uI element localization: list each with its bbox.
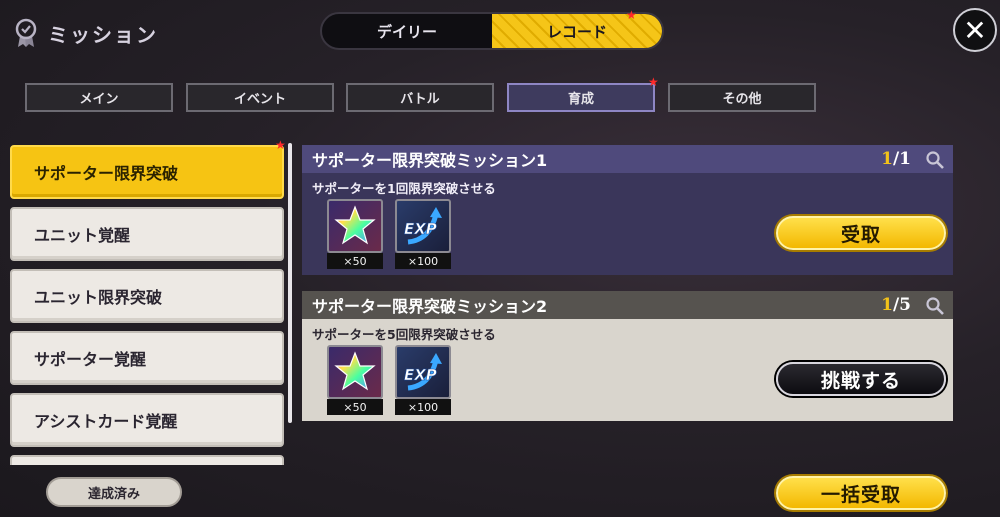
search-icon[interactable] bbox=[925, 150, 945, 170]
list-item-unit-limit-break[interactable]: ユニット限界突破 bbox=[10, 269, 284, 323]
medal-icon bbox=[14, 18, 38, 48]
exp-icon: EXP bbox=[395, 345, 451, 399]
mission-title: サポーター限界突破ミッション1 bbox=[312, 151, 548, 170]
list-item-supporter-limit-break[interactable]: サポーター限界突破 bbox=[10, 145, 284, 199]
list-item-supporter-awakening[interactable]: サポーター覚醒 bbox=[10, 331, 284, 385]
reward-count: ×100 bbox=[395, 253, 451, 269]
main-tab-bar: デイリー レコード bbox=[320, 12, 664, 50]
mission-progress: 1/1 bbox=[881, 149, 911, 169]
mission-title: サポーター限界突破ミッション2 bbox=[312, 297, 548, 316]
reward-count: ×50 bbox=[327, 399, 383, 415]
close-icon: ✕ bbox=[963, 13, 987, 47]
svg-text:EXP: EXP bbox=[404, 366, 437, 384]
svg-text:EXP: EXP bbox=[404, 220, 437, 238]
category-list: サポーター限界突破 ユニット覚醒 ユニット限界突破 サポーター覚醒 アシストカー… bbox=[10, 143, 286, 465]
mission-header: サポーター限界突破ミッション2 1/5 bbox=[302, 291, 953, 319]
search-icon[interactable] bbox=[925, 296, 945, 316]
reward-item[interactable]: EXP ×100 bbox=[395, 199, 451, 269]
exp-icon: EXP bbox=[395, 199, 451, 253]
reward-item[interactable]: EXP ×100 bbox=[395, 345, 451, 415]
header-title-area: ミッション bbox=[14, 14, 158, 52]
tab-battle[interactable]: バトル bbox=[346, 83, 494, 112]
list-item-assist-card-awakening[interactable]: アシストカード覚醒 bbox=[10, 393, 284, 447]
tab-record-label: レコード bbox=[546, 22, 607, 41]
notice-star-icon: ★ bbox=[648, 75, 659, 89]
notice-star-icon: ★ bbox=[275, 138, 286, 152]
mission-description: サポーターを5回限界突破させる bbox=[312, 327, 496, 342]
mission-body: サポーターを1回限界突破させる ×50 EXP ×100 受取 bbox=[302, 173, 953, 275]
mission-body: サポーターを5回限界突破させる ×50 EXP ×100 挑戦する bbox=[302, 319, 953, 421]
close-button[interactable]: ✕ bbox=[953, 8, 997, 52]
reward-count: ×50 bbox=[327, 253, 383, 269]
challenge-button[interactable]: 挑戦する bbox=[776, 362, 946, 396]
tab-daily[interactable]: デイリー bbox=[322, 14, 492, 48]
notice-star-icon: ★ bbox=[626, 8, 637, 22]
reward-item[interactable]: ×50 bbox=[327, 345, 383, 415]
list-item-partial[interactable] bbox=[10, 455, 284, 465]
tab-main[interactable]: メイン bbox=[25, 83, 173, 112]
rainbow-star-icon bbox=[327, 199, 383, 253]
reward-item[interactable]: ×50 bbox=[327, 199, 383, 269]
reward-count: ×100 bbox=[395, 399, 451, 415]
claim-button[interactable]: 受取 bbox=[776, 216, 946, 250]
page-title: ミッション bbox=[48, 22, 158, 47]
mission-card: サポーター限界突破ミッション1 1/1 サポーターを1回限界突破させる ×50 … bbox=[302, 145, 953, 275]
mission-header: サポーター限界突破ミッション1 1/1 bbox=[302, 145, 953, 173]
rainbow-star-icon bbox=[327, 345, 383, 399]
completed-button[interactable]: 達成済み bbox=[46, 477, 182, 507]
tab-other[interactable]: その他 bbox=[668, 83, 816, 112]
list-item-unit-awakening[interactable]: ユニット覚醒 bbox=[10, 207, 284, 261]
claim-all-button[interactable]: 一括受取 bbox=[776, 476, 946, 510]
tab-event[interactable]: イベント bbox=[186, 83, 334, 112]
tab-training[interactable]: 育成 bbox=[507, 83, 655, 112]
mission-card: サポーター限界突破ミッション2 1/5 サポーターを5回限界突破させる ×50 … bbox=[302, 291, 953, 421]
mission-progress: 1/5 bbox=[881, 295, 911, 315]
list-scrollbar[interactable] bbox=[288, 143, 292, 423]
mission-description: サポーターを1回限界突破させる bbox=[312, 181, 496, 196]
